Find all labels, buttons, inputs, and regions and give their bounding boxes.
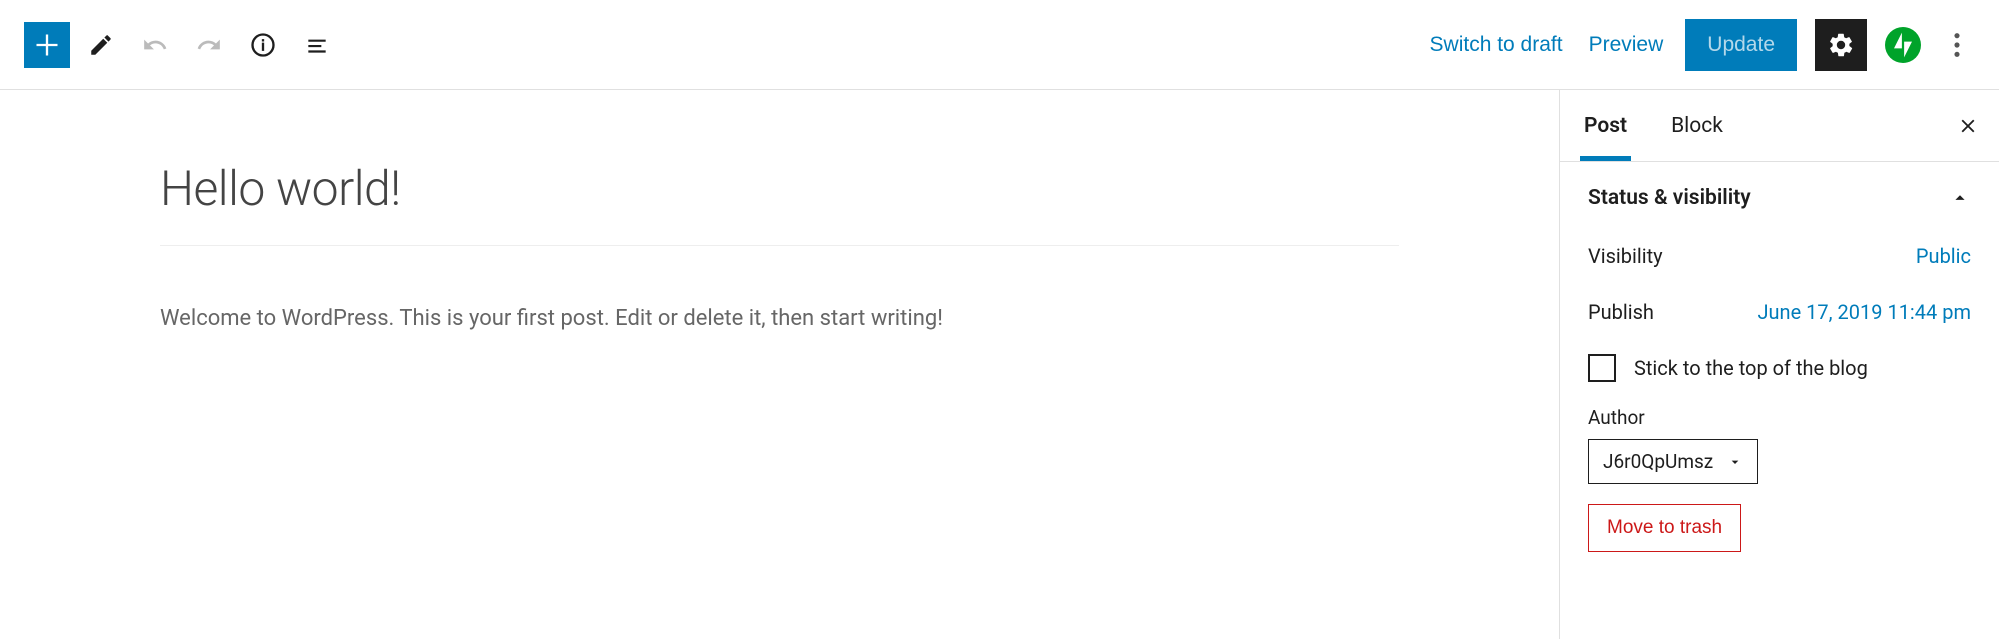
jetpack-button[interactable] [1885,27,1921,63]
close-panel-button[interactable] [1957,115,1979,137]
author-section: Author J6r0QpUmsz [1588,396,1971,504]
author-value: J6r0QpUmsz [1603,450,1713,473]
author-select[interactable]: J6r0QpUmsz [1588,439,1758,484]
gear-icon [1827,31,1855,59]
publish-row: Publish June 17, 2019 11:44 pm [1588,284,1971,340]
toolbar-right: Switch to draft Preview Update [1426,19,1975,71]
post-body[interactable]: Welcome to WordPress. This is your first… [160,306,1399,331]
settings-button[interactable] [1815,19,1867,71]
tab-post[interactable]: Post [1580,90,1631,161]
visibility-value[interactable]: Public [1916,244,1971,268]
more-options-button[interactable] [1939,22,1975,68]
edit-button[interactable] [78,22,124,68]
chevron-down-icon [1727,454,1743,470]
undo-button[interactable] [132,22,178,68]
list-view-icon [304,32,330,58]
sidebar-tabs: Post Block [1560,90,1999,162]
settings-sidebar: Post Block Status & visibility Visibilit… [1559,90,1999,639]
close-icon [1957,115,1979,137]
toolbar-left [24,22,340,68]
move-to-trash-button[interactable]: Move to trash [1588,504,1741,552]
panel-title: Status & visibility [1588,186,1751,210]
author-label: Author [1588,406,1971,429]
dots-vertical-icon [1953,31,1961,59]
tab-block[interactable]: Block [1667,90,1727,161]
chevron-up-icon [1949,187,1971,209]
pencil-icon [88,32,114,58]
plus-icon [33,31,61,59]
info-icon [249,31,277,59]
info-button[interactable] [240,22,286,68]
editor-area[interactable]: Hello world! Welcome to WordPress. This … [0,90,1559,639]
main-layout: Hello world! Welcome to WordPress. This … [0,90,1999,639]
jetpack-icon [1885,27,1921,63]
visibility-label: Visibility [1588,244,1663,268]
post-title[interactable]: Hello world! [160,160,1399,246]
redo-icon [196,32,222,58]
sticky-row: Stick to the top of the blog [1588,340,1971,396]
add-block-button[interactable] [24,22,70,68]
publish-value[interactable]: June 17, 2019 11:44 pm [1757,300,1971,324]
status-visibility-panel: Status & visibility Visibility Public Pu… [1560,162,1999,580]
panel-header-status[interactable]: Status & visibility [1588,182,1971,228]
top-toolbar: Switch to draft Preview Update [0,0,1999,90]
publish-label: Publish [1588,300,1654,324]
sticky-label: Stick to the top of the blog [1634,356,1868,380]
update-button[interactable]: Update [1685,19,1797,71]
redo-button[interactable] [186,22,232,68]
switch-to-draft-button[interactable]: Switch to draft [1426,25,1567,65]
list-view-button[interactable] [294,22,340,68]
preview-button[interactable]: Preview [1585,25,1668,65]
undo-icon [142,32,168,58]
visibility-row: Visibility Public [1588,228,1971,284]
sticky-checkbox[interactable] [1588,354,1616,382]
